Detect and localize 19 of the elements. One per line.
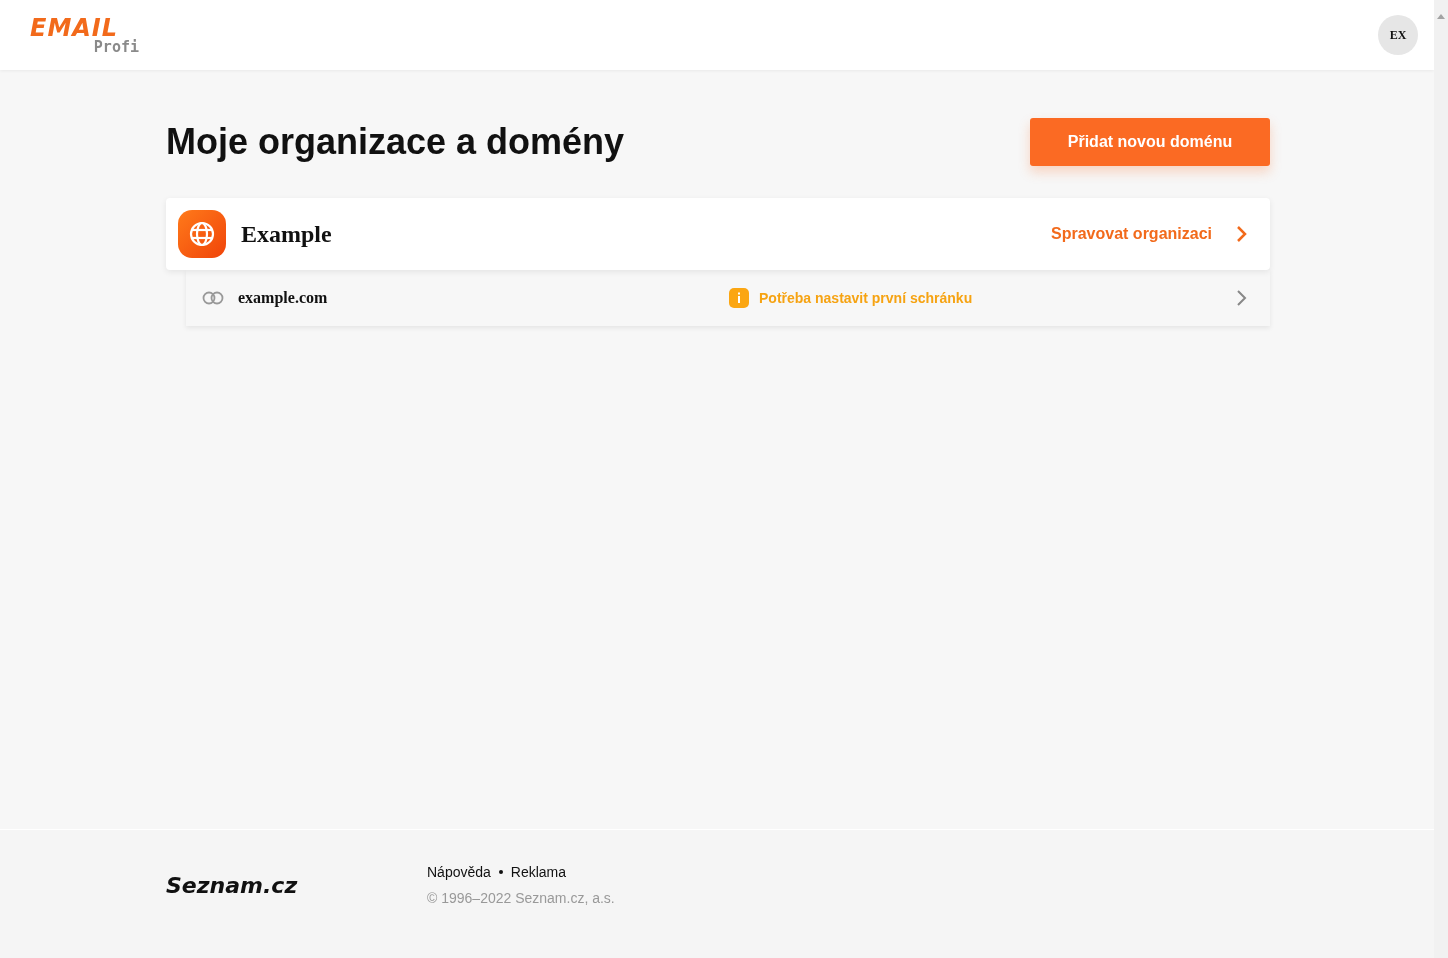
seznam-logo[interactable]: Seznam.cz — [166, 872, 321, 898]
chevron-right-icon — [1236, 289, 1248, 307]
globe-icon — [178, 210, 226, 258]
domain-name: example.com — [238, 289, 329, 307]
separator-dot-icon — [498, 870, 503, 874]
page-title: Moje organizace a domény — [166, 121, 625, 163]
scroll-up-icon[interactable] — [1437, 14, 1445, 19]
copyright-text: © 1996–2022 Seznam.cz, a.s. — [427, 890, 615, 906]
link-icon — [202, 291, 224, 305]
organization-name: Example — [241, 220, 333, 248]
domain-status: Potřeba nastavit první schránku — [759, 290, 973, 306]
domain-row[interactable]: example.com Potřeba nastavit první schránku — [186, 270, 1270, 326]
footer-link[interactable]: Reklama — [510, 864, 567, 880]
chevron-right-icon — [1236, 225, 1248, 243]
user-avatar[interactable]: EX — [1378, 15, 1418, 55]
info-icon — [729, 288, 749, 308]
organization-card[interactable]: Example Spravovat organizaci — [166, 198, 1270, 270]
footer-link[interactable]: Nápověda — [427, 864, 491, 880]
scrollbar[interactable] — [1434, 0, 1448, 958]
